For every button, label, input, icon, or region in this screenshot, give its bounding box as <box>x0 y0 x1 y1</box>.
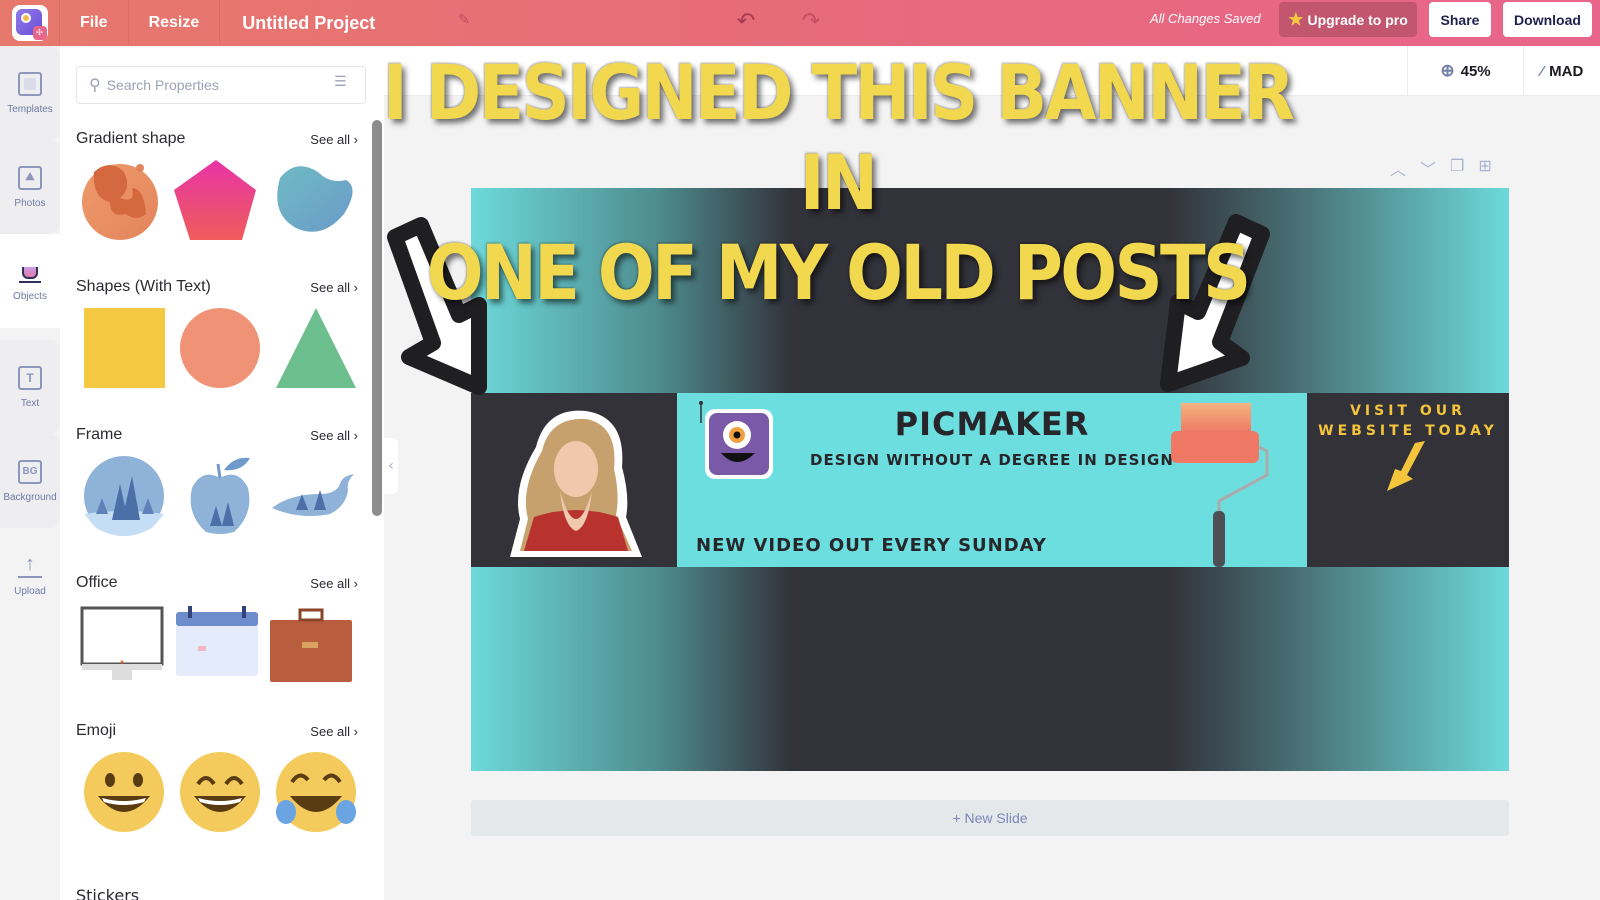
rail-label: Photos <box>14 197 46 209</box>
edit-title-pencil-icon[interactable]: ✎ <box>458 12 476 30</box>
banner-center-panel: PICMAKER DESIGN WITHOUT A DEGREE IN DESI… <box>677 393 1307 567</box>
new-slide-button[interactable]: + New Slide <box>471 800 1509 836</box>
paint-roller-graphic[interactable] <box>1167 401 1277 567</box>
cta-line-2: WEBSITE TODAY <box>1318 423 1498 439</box>
see-all-link[interactable]: See all › <box>310 132 358 147</box>
magic-wand-icon: ⁄ <box>1540 62 1544 80</box>
left-rail: Templates ⛰ Photos Objects T Text BG Bac… <box>0 46 60 900</box>
section-emoji: Emoji See all › <box>76 722 358 832</box>
magic-design-button[interactable]: ⁄ MAD <box>1523 46 1600 96</box>
gradient-blob-orange[interactable] <box>80 158 164 242</box>
zoom-in-icon: ⊕ <box>1440 61 1455 80</box>
canvas-toolbar: ⊕ 45% ⁄ MAD <box>384 46 1600 96</box>
photos-icon: ⛰ <box>18 165 42 190</box>
square-shape[interactable] <box>84 308 165 388</box>
rail-item-objects[interactable]: Objects <box>0 234 60 328</box>
project-title[interactable]: Untitled Project <box>220 13 397 34</box>
rail-label: Objects <box>13 290 47 302</box>
triangle-shape[interactable] <box>274 306 358 390</box>
rail-item-background[interactable]: BG Background <box>0 434 60 528</box>
rail-item-templates[interactable]: Templates <box>0 46 60 140</box>
cta-text[interactable]: VISIT OUR WEBSITE TODAY <box>1307 401 1509 441</box>
cta-line-1: VISIT OUR <box>1350 403 1466 419</box>
file-menu[interactable]: File <box>60 0 129 46</box>
rail-label: Text <box>20 397 40 409</box>
search-input[interactable]: ⚲ Search Properties <box>76 66 366 104</box>
share-button[interactable]: Share <box>1429 2 1491 37</box>
banner-left-panel <box>471 393 677 567</box>
see-all-link[interactable]: See all › <box>310 280 358 295</box>
section-office: Office See all › <box>76 574 358 682</box>
calendar-icon[interactable] <box>174 602 258 686</box>
move-slide-down-icon[interactable]: ﹀ <box>1420 156 1436 180</box>
objects-icon <box>19 261 41 283</box>
rail-item-photos[interactable]: ⛰ Photos <box>0 140 60 234</box>
apple-frame[interactable] <box>178 454 262 538</box>
star-icon: ★ <box>1288 9 1304 29</box>
tears-of-joy-emoji[interactable] <box>274 750 358 834</box>
search-icon: ⚲ <box>89 77 101 94</box>
design-slide[interactable]: PICMAKER DESIGN WITHOUT A DEGREE IN DESI… <box>471 188 1509 771</box>
filter-icon[interactable]: ☰ <box>334 74 347 90</box>
gradient-blob-teal[interactable] <box>270 158 354 242</box>
yellow-arrow-graphic[interactable] <box>1381 439 1441 499</box>
zoom-level: 45% <box>1460 62 1491 80</box>
panel-scrollbar[interactable] <box>372 120 382 516</box>
magic-label: MAD <box>1549 62 1584 80</box>
see-all-link[interactable]: See all › <box>310 576 358 591</box>
banner-right-panel: VISIT OUR WEBSITE TODAY <box>1307 393 1509 567</box>
app-logo[interactable]: ✣ <box>0 0 60 46</box>
gradient-pentagon-pink[interactable] <box>174 158 258 242</box>
slide-tools: ︿ ﹀ ❐ ⊞ <box>1390 156 1492 180</box>
upgrade-label: Upgrade to pro <box>1307 11 1408 28</box>
circle-shape[interactable] <box>180 308 260 388</box>
rail-label: Templates <box>7 103 53 115</box>
see-all-link[interactable]: See all › <box>310 724 358 739</box>
redo-icon[interactable]: ↷ <box>796 8 826 36</box>
section-gradient-shape: Gradient shape See all › <box>76 130 358 240</box>
see-all-link[interactable]: See all › <box>310 428 358 443</box>
surprised-person-sticker[interactable] <box>506 407 646 557</box>
rail-label: Upload <box>14 585 46 597</box>
briefcase-icon[interactable] <box>268 602 352 686</box>
background-icon: BG <box>18 459 42 484</box>
upgrade-button[interactable]: ★ Upgrade to pro <box>1279 2 1417 37</box>
resize-menu[interactable]: Resize <box>129 0 221 46</box>
whale-frame[interactable] <box>270 454 354 538</box>
rail-label: Background <box>3 491 57 503</box>
zoom-control[interactable]: ⊕ 45% <box>1407 46 1523 96</box>
undo-icon[interactable]: ↶ <box>731 8 761 36</box>
banner-footer-text[interactable]: NEW VIDEO OUT EVERY SUNDAY <box>696 535 1047 556</box>
beaming-face-emoji[interactable] <box>178 750 262 834</box>
save-status: All Changes Saved <box>1150 11 1261 26</box>
search-placeholder: Search Properties <box>106 77 219 93</box>
move-slide-up-icon[interactable]: ︿ <box>1390 156 1406 180</box>
logo-icon: ✣ <box>11 5 48 41</box>
duplicate-slide-icon[interactable]: ❐ <box>1450 156 1464 180</box>
upload-icon: ↑ <box>18 554 42 578</box>
templates-icon <box>18 71 42 96</box>
rail-item-text[interactable]: T Text <box>0 340 60 434</box>
grinning-face-emoji[interactable] <box>82 750 166 834</box>
section-shapes-with-text: Shapes (With Text) See all › <box>76 278 358 388</box>
section-frame: Frame See all › <box>76 426 358 536</box>
text-icon: T <box>18 365 42 390</box>
circle-frame[interactable] <box>82 454 166 538</box>
next-section-title-partial: Stickers <box>76 886 140 900</box>
collapse-panel-chevron-icon[interactable]: ‹ <box>384 438 398 494</box>
rail-item-upload[interactable]: ↑ Upload <box>0 528 60 622</box>
banner-band: PICMAKER DESIGN WITHOUT A DEGREE IN DESI… <box>471 393 1509 567</box>
add-slide-icon[interactable]: ⊞ <box>1478 156 1491 180</box>
objects-panel: ⚲ Search Properties ☰ Gradient shape See… <box>60 46 384 900</box>
download-button[interactable]: Download <box>1503 2 1592 37</box>
monitor-icon[interactable] <box>80 602 164 686</box>
